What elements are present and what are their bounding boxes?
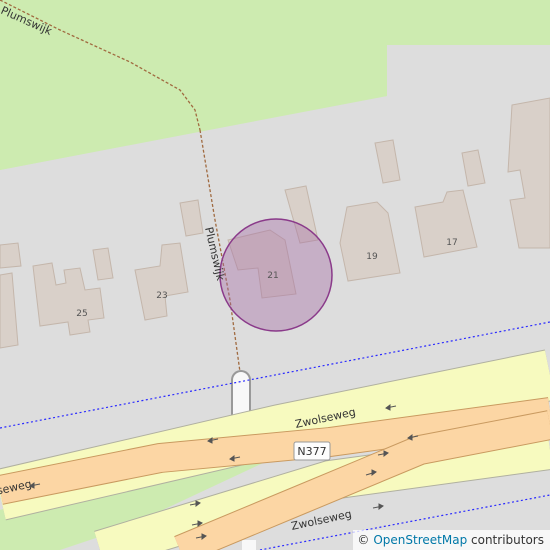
- house-number: 19: [366, 252, 378, 262]
- house-number: 25: [76, 309, 87, 319]
- road-ref-label: N377: [297, 445, 326, 458]
- map-canvas[interactable]: 25 23 21 19 17 Plumswijk Plumswijk Zwols…: [0, 0, 550, 550]
- building: [0, 242, 22, 269]
- road-shield: N377: [293, 441, 331, 461]
- map-attribution: © OpenStreetMap contributors: [353, 530, 550, 550]
- openstreetmap-link[interactable]: OpenStreetMap: [373, 533, 467, 547]
- house-number: 23: [156, 291, 167, 301]
- attribution-suffix: contributors: [471, 533, 544, 547]
- house-number: 21: [267, 271, 278, 281]
- house-number: 17: [446, 238, 457, 248]
- copyright-symbol: ©: [357, 533, 370, 547]
